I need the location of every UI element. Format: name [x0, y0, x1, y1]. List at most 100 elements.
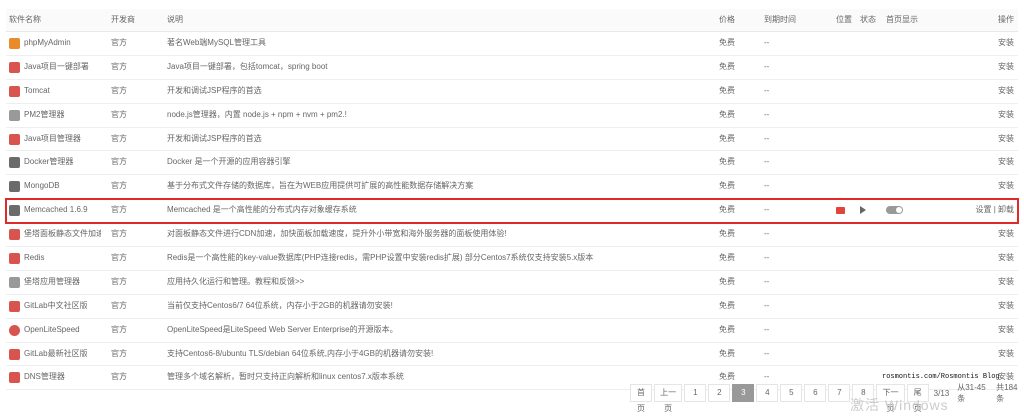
plugin-dev: 官方: [111, 372, 127, 382]
plugin-expire: --: [764, 61, 770, 71]
pager-page[interactable]: 3: [732, 384, 755, 402]
plugin-expire: --: [764, 85, 770, 95]
header-dev: 开发商: [111, 15, 135, 24]
install-link[interactable]: 安装: [998, 295, 1014, 318]
dns-icon: [9, 372, 20, 384]
plugin-name[interactable]: PM2管理器: [24, 104, 64, 127]
plugin-expire: --: [764, 229, 770, 239]
pager-page[interactable]: 5: [780, 384, 803, 402]
status-cell[interactable]: [860, 199, 882, 222]
plugin-name[interactable]: 堡塔应用管理器: [24, 271, 80, 294]
header-home: 首页显示: [886, 15, 918, 24]
plugin-name[interactable]: OpenLiteSpeed: [24, 319, 80, 342]
settings-uninstall-link[interactable]: 设置 | 卸载: [975, 199, 1014, 222]
install-link[interactable]: 安装: [998, 319, 1014, 342]
plugin-price: 免费: [719, 133, 735, 143]
plugin-price: 免费: [719, 253, 735, 263]
install-link[interactable]: 安装: [998, 175, 1014, 198]
plugin-price: 免费: [719, 229, 735, 239]
header-expire[interactable]: 到期时间: [764, 9, 824, 31]
plugin-dev: 官方: [111, 85, 127, 95]
install-link[interactable]: 安装: [998, 223, 1014, 246]
java-icon: [9, 61, 20, 73]
pager-page[interactable]: 1: [684, 384, 707, 402]
header-price[interactable]: 价格: [719, 9, 759, 31]
plugin-name-cell: OpenLiteSpeed: [9, 319, 101, 342]
plugin-name[interactable]: Java项目管理器: [24, 128, 81, 151]
windows-watermark: 激活 Windows: [850, 397, 949, 413]
plugin-price: 免费: [719, 276, 735, 286]
plugin-expire: --: [764, 324, 770, 334]
plugin-price: 免费: [719, 300, 735, 310]
plugin-name-cell: Java项目管理器: [9, 128, 101, 151]
pager-page[interactable]: 4: [756, 384, 779, 402]
install-link[interactable]: 安装: [998, 247, 1014, 270]
plugin-desc: 开发和调试JSP程序的首选: [167, 133, 262, 143]
pager-page[interactable]: 7: [828, 384, 851, 402]
table-row: Tomcat 官方 开发和调试JSP程序的首选 免费 -- 安装: [6, 80, 1018, 104]
header-name[interactable]: 软件名称: [9, 9, 101, 31]
blog-watermark: rosmontis.com/Rosmontis Blog: [882, 373, 1000, 381]
plugin-name-cell: MongoDB: [9, 175, 101, 198]
plugin-desc: OpenLiteSpeed是LiteSpeed Web Server Enter…: [167, 324, 398, 334]
plugin-name[interactable]: Docker管理器: [24, 151, 73, 174]
plugin-desc: 对面板静态文件进行CDN加速，加快面板加载速度，提升外小带宽和海外服务器的面板使…: [167, 229, 507, 239]
table-header: 软件名称 开发商 说明 价格 到期时间 位置 状态 首页显示 操作: [6, 9, 1018, 32]
plugin-dev: 官方: [111, 109, 127, 119]
plugin-name[interactable]: Redis: [24, 247, 44, 270]
home-display-toggle[interactable]: [886, 206, 903, 215]
plugin-expire: --: [764, 205, 770, 215]
plugin-name[interactable]: phpMyAdmin: [24, 32, 71, 55]
java-icon: [9, 133, 20, 145]
plugin-name-cell: Java项目一键部署: [9, 56, 101, 79]
install-link[interactable]: 安装: [998, 151, 1014, 174]
tomcat-icon: [9, 85, 20, 97]
plugin-dev: 官方: [111, 181, 127, 191]
plugin-desc: node.js管理器，内置 node.js + npm + nvm + pm2.…: [167, 109, 347, 119]
plugin-name[interactable]: GitLab最新社区版: [24, 343, 88, 366]
install-link[interactable]: 安装: [998, 104, 1014, 127]
plugin-price: 免费: [719, 38, 735, 47]
table-row: 堡塔应用管理器 官方 应用持久化运行和管理。教程和反馈>> 免费 -- 安装: [6, 271, 1018, 295]
table-row: MongoDB 官方 基于分布式文件存储的数据库，旨在为WEB应用提供可扩展的高…: [6, 175, 1018, 200]
plugin-expire: --: [764, 38, 770, 47]
install-link[interactable]: 安装: [998, 80, 1014, 103]
table-row: OpenLiteSpeed 官方 OpenLiteSpeed是LiteSpeed…: [6, 319, 1018, 343]
plugin-name[interactable]: Java项目一键部署: [24, 56, 89, 79]
play-icon[interactable]: [860, 206, 866, 215]
plugin-desc: 管理多个域名解析，暂时只支持正向解析和linux centos7.x版本系统: [167, 372, 404, 382]
plugin-dev: 官方: [111, 229, 127, 239]
pager-page[interactable]: 2: [708, 384, 731, 402]
plugin-price: 免费: [719, 157, 735, 167]
plugin-name[interactable]: GitLab中文社区版: [24, 295, 88, 318]
install-link[interactable]: 安装: [998, 56, 1014, 79]
plugin-expire: --: [764, 133, 770, 143]
plugin-dev: 官方: [111, 348, 127, 358]
plugin-name[interactable]: Memcached 1.6.9: [24, 199, 88, 222]
home-display-cell[interactable]: [886, 199, 924, 222]
folder-icon[interactable]: [836, 206, 845, 214]
position-cell[interactable]: [836, 199, 856, 222]
plugin-name[interactable]: Tomcat: [24, 80, 50, 103]
plugin-desc: Java项目一键部署，包括tomcat，spring boot: [167, 61, 328, 71]
install-link[interactable]: 安装: [998, 271, 1014, 294]
plugin-dev: 官方: [111, 300, 127, 310]
install-link[interactable]: 安装: [998, 343, 1014, 366]
table-body: phpMyAdmin 官方 著名Web端MySQL管理工具 免费 -- 安装 J…: [5, 32, 1019, 391]
plugin-name[interactable]: 堡塔面板静态文件加速: [24, 223, 101, 246]
table-row: Java项目一键部署 官方 Java项目一键部署，包括tomcat，spring…: [6, 56, 1018, 80]
plugin-name[interactable]: MongoDB: [24, 175, 60, 198]
table-row: Java项目管理器 官方 开发和调试JSP程序的首选 免费 -- 安装: [6, 128, 1018, 152]
plugin-name-cell: 堡塔应用管理器: [9, 271, 101, 294]
header-desc: 说明: [167, 15, 183, 24]
plugin-name-cell: Docker管理器: [9, 151, 101, 174]
plugin-desc: 应用持久化运行和管理。教程和反馈>>: [167, 276, 305, 286]
plugin-desc: Docker 是一个开源的应用容器引擎: [167, 157, 291, 167]
plugin-name[interactable]: DNS管理器: [24, 366, 65, 389]
install-link[interactable]: 安装: [998, 128, 1014, 151]
pager-first[interactable]: 首页: [630, 384, 652, 413]
pager-page[interactable]: 6: [804, 384, 827, 402]
pager-prev[interactable]: 上一页: [654, 384, 683, 413]
install-link[interactable]: 安装: [998, 32, 1014, 55]
app-manager-icon: [9, 276, 20, 288]
